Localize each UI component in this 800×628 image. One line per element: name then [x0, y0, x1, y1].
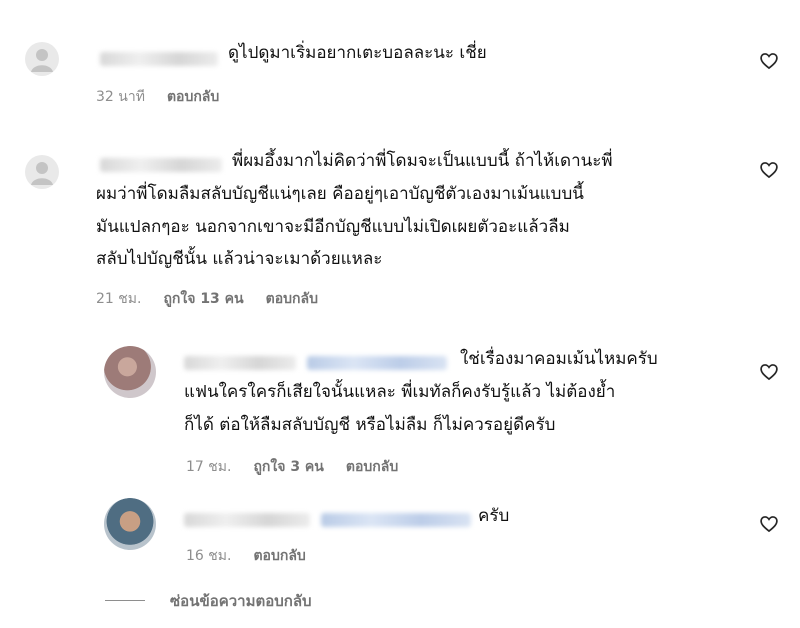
timestamp: 16 ชม.	[186, 548, 232, 564]
commenter-username[interactable]	[100, 48, 218, 67]
likes-count[interactable]: ถูกใจ 13 คน	[163, 291, 243, 307]
avatar[interactable]	[25, 155, 59, 189]
reply-line: ก็ได้ ต่อให้ลืมสลับบัญชี หรือไม่ลืม ก็ไม…	[184, 415, 556, 435]
reply-button[interactable]: ตอบกลับ	[167, 89, 219, 105]
blurred-mention[interactable]	[321, 512, 472, 527]
blurred-mention[interactable]	[307, 355, 448, 370]
reply-button[interactable]: ตอบกลับ	[253, 548, 305, 564]
reply-meta: 16 ชม. ตอบกลับ	[186, 545, 328, 567]
comment-line: ผมว่าพี่โดมลืมสลับบัญชีแน่ๆเลย คืออยู่ๆเ…	[96, 184, 584, 204]
heart-outline-icon[interactable]	[759, 362, 779, 382]
reply-meta: 17 ชม. ถูกใจ 3 คน ตอบกลับ	[186, 456, 420, 478]
reply-button[interactable]: ตอบกลับ	[346, 459, 398, 475]
comment-meta: 32 นาที ตอบกลับ	[96, 86, 241, 108]
hide-replies-button[interactable]: ซ่อนข้อความตอบกลับ	[170, 589, 312, 613]
heart-outline-icon[interactable]	[759, 160, 779, 180]
blurred-username	[184, 355, 296, 370]
reply-line: ใช่เรื่องมาคอมเม้นไหมครับ	[460, 349, 658, 369]
comment-line: พี่ผมอึ้งมากไม่คิดว่าพี่โดมจะเป็นแบบนี้ …	[232, 151, 613, 171]
reply-line: แฟนใครใครก็เสียใจนั้นแหละ พี่เมทัลก็คงรั…	[184, 382, 616, 402]
likes-count[interactable]: ถูกใจ 3 คน	[253, 459, 323, 475]
timestamp: 17 ชม.	[186, 459, 232, 475]
user-silhouette-icon	[31, 49, 53, 72]
reply-text: ครับ	[478, 506, 510, 526]
divider	[105, 600, 145, 601]
blurred-username	[100, 157, 222, 172]
comment-text: ดูไปดูมาเริ่มอยากเตะบอลละนะ เชี่ย	[228, 43, 487, 63]
blurred-username	[184, 512, 310, 527]
avatar[interactable]	[25, 42, 59, 76]
timestamp: 32 นาที	[96, 89, 145, 105]
commenter-username[interactable]	[100, 154, 222, 173]
blurred-username	[100, 51, 218, 66]
avatar[interactable]	[104, 346, 156, 398]
reply-username[interactable]	[184, 509, 472, 528]
user-silhouette-icon	[31, 162, 53, 185]
heart-outline-icon[interactable]	[759, 514, 779, 534]
timestamp: 21 ชม.	[96, 291, 142, 307]
comment-line: มันแปลกๆอะ นอกจากเขาจะมีอีกบัญชีแบบไม่เป…	[96, 217, 570, 237]
avatar[interactable]	[104, 498, 156, 550]
comment-meta: 21 ชม. ถูกใจ 13 คน ตอบกลับ	[96, 288, 340, 310]
reply-username[interactable]	[184, 352, 448, 371]
reply-button[interactable]: ตอบกลับ	[266, 291, 318, 307]
comment-line: สลับไปบัญชีนั้น แล้วน่าจะเมาด้วยแหละ	[96, 249, 383, 269]
heart-outline-icon[interactable]	[759, 51, 779, 71]
